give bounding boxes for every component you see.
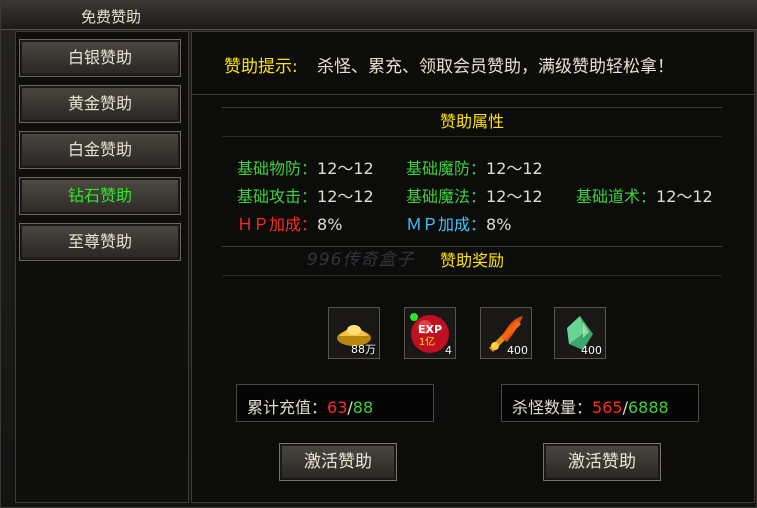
- window-title: 免费赞助: [81, 8, 142, 26]
- tip-text: 杀怪、累充、领取会员赞助，满级赞助轻松拿！: [317, 57, 674, 77]
- attr-key: 基础道术：: [576, 187, 657, 206]
- attr-value: 12～12: [486, 187, 543, 206]
- recharge-total: 88: [352, 398, 374, 417]
- attr-value: 12～12: [317, 187, 374, 206]
- attr-hp-bonus: ＨＰ加成：8%: [237, 211, 342, 235]
- attr-value: 8%: [486, 215, 512, 234]
- recharge-label: 累计充值：: [247, 398, 328, 417]
- attr-key: 基础攻击：: [237, 187, 318, 206]
- attr-value: 12～12: [486, 159, 543, 178]
- reward-count: 88万: [351, 343, 376, 356]
- reward-count: 4: [445, 344, 452, 357]
- recharge-progress: 累计充值：63/88: [247, 394, 373, 418]
- attr-key: ＭＰ加成：: [406, 215, 487, 234]
- recharge-current: 63: [327, 398, 348, 417]
- attr-attack: 基础攻击：12～12: [237, 183, 374, 207]
- kills-progress: 杀怪数量：565/6888: [512, 394, 669, 418]
- attr-taoism: 基础道术：12～12: [576, 183, 713, 207]
- attr-magic-defense: 基础魔防：12～12: [406, 155, 543, 179]
- tip-label: 赞助提示:: [224, 57, 298, 77]
- attributes-heading: 赞助属性: [222, 107, 722, 137]
- kills-label: 杀怪数量：: [512, 398, 593, 417]
- attr-key: 基础魔防：: [406, 159, 487, 178]
- attr-physical-defense: 基础物防：12～12: [237, 155, 374, 179]
- attr-magic: 基础魔法：12～12: [406, 183, 543, 207]
- sponsor-tier-sidebar: 白银赞助 黄金赞助 白金赞助 钻石赞助 至尊赞助: [15, 31, 189, 503]
- reward-exp-orb[interactable]: EXP 1亿 4: [404, 307, 456, 359]
- tier-silver-button[interactable]: 白银赞助: [19, 39, 181, 77]
- recharge-progress-box: 累计充值：63/88: [236, 384, 434, 422]
- tip-row: 赞助提示: 杀怪、累充、领取会员赞助，满级赞助轻松拿！: [192, 32, 754, 95]
- exp-overlay-top: EXP: [418, 323, 442, 336]
- attr-key: 基础物防：: [237, 159, 318, 178]
- title-bar: 免费赞助: [1, 1, 757, 30]
- reward-count: 400: [507, 344, 528, 357]
- tier-diamond-button[interactable]: 钻石赞助: [19, 177, 181, 215]
- activate-recharge-button[interactable]: 激活赞助: [279, 443, 397, 481]
- reward-jade-stone[interactable]: 400: [554, 307, 606, 359]
- kills-total: 6888: [627, 398, 669, 417]
- kills-current: 565: [592, 398, 623, 417]
- sponsor-detail-panel: 赞助提示: 杀怪、累充、领取会员赞助，满级赞助轻松拿！ 赞助属性 基础物防：12…: [191, 31, 755, 503]
- attr-mp-bonus: ＭＰ加成：8%: [406, 211, 511, 235]
- tier-supreme-button[interactable]: 至尊赞助: [19, 223, 181, 261]
- exp-overlay-bottom: 1亿: [419, 335, 435, 348]
- reward-fire-sword[interactable]: 400: [480, 307, 532, 359]
- attr-value: 12～12: [317, 159, 374, 178]
- attr-value: 8%: [317, 215, 343, 234]
- attr-key: 基础魔法：: [406, 187, 487, 206]
- attr-key: ＨＰ加成：: [237, 215, 318, 234]
- tier-platinum-button[interactable]: 白金赞助: [19, 131, 181, 169]
- kills-progress-box: 杀怪数量：565/6888: [501, 384, 699, 422]
- activate-kills-button[interactable]: 激活赞助: [543, 443, 661, 481]
- reward-gold-ingot[interactable]: 88万: [328, 307, 380, 359]
- sponsor-window: 免费赞助 白银赞助 黄金赞助 白金赞助 钻石赞助 至尊赞助 赞助提示: 杀怪、累…: [0, 0, 757, 508]
- rewards-heading: 赞助奖励: [222, 246, 722, 276]
- tier-gold-button[interactable]: 黄金赞助: [19, 85, 181, 123]
- attr-value: 12～12: [656, 187, 713, 206]
- reward-count: 400: [581, 344, 602, 357]
